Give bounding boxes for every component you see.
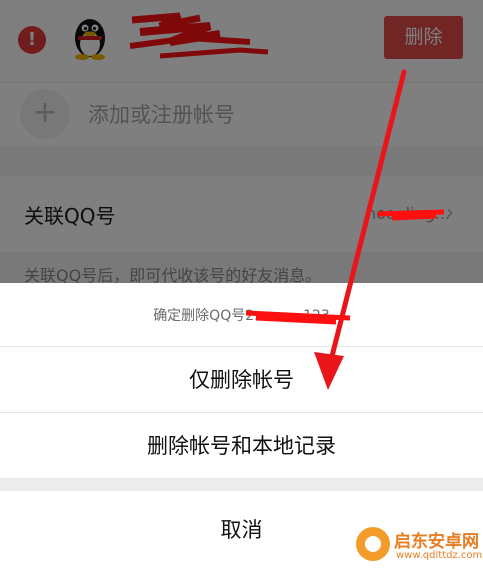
delete-account-only-button[interactable]: 仅删除帐号 bbox=[0, 347, 483, 413]
delete-account-and-records-button[interactable]: 删除帐号和本地记录 bbox=[0, 413, 483, 479]
sheet-divider bbox=[0, 479, 483, 491]
watermark-title: 启东安卓网 bbox=[394, 532, 479, 552]
watermark: 启东安卓网 www.qdlttdz.com bbox=[356, 525, 483, 569]
sheet-title: 确定删除QQ号2...........123 bbox=[0, 283, 483, 347]
sheet-title-text: 确定删除QQ号2...........123 bbox=[153, 308, 330, 324]
watermark-url: www.qdlttdz.com bbox=[396, 550, 483, 561]
watermark-logo-icon bbox=[356, 527, 390, 561]
